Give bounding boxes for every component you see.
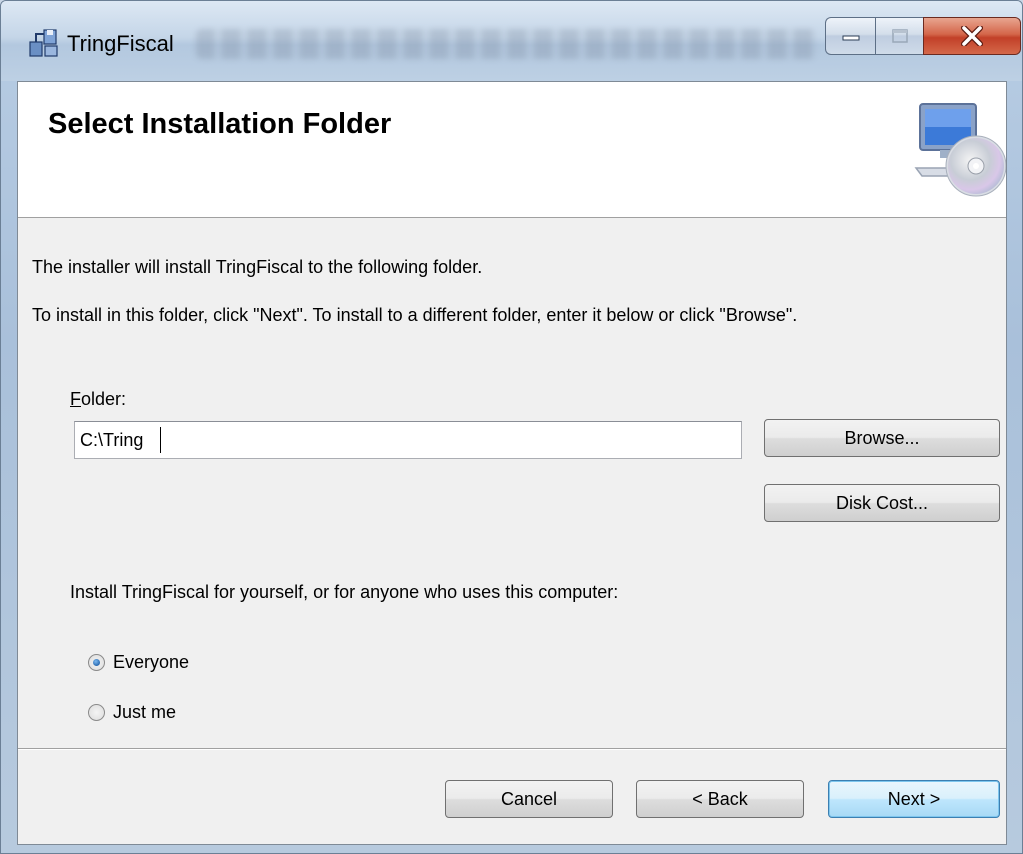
radio-everyone-label: Everyone: [113, 652, 190, 672]
minimize-icon: [842, 35, 859, 41]
close-icon: [961, 26, 983, 46]
caption-buttons: [825, 17, 1021, 55]
computer-disc-icon: [914, 103, 1006, 197]
page-title: Select Installation Folder: [48, 108, 392, 140]
header-banner: Select Installation Folder: [18, 82, 1006, 218]
folder-label-text: older:: [81, 389, 127, 409]
footer-divider: [18, 748, 1006, 750]
text-caret: [160, 427, 161, 453]
back-button[interactable]: < Back: [636, 780, 804, 818]
background-window-ghost: [196, 29, 816, 59]
next-button[interactable]: Next >: [828, 780, 1000, 818]
install-scope-prompt: Install TringFiscal for yourself, or for…: [70, 582, 619, 602]
installer-app-icon: [29, 29, 58, 57]
minimize-button[interactable]: [825, 17, 875, 55]
folder-label-hotkey: F: [70, 389, 81, 409]
installer-window: TringFiscal Select Installation Folder T…: [0, 0, 1023, 854]
instruction-text: To install in this folder, click "Next".…: [32, 305, 798, 325]
radio-selected-icon[interactable]: [88, 654, 105, 671]
maximize-icon: [891, 29, 908, 43]
title-bar[interactable]: TringFiscal: [1, 1, 1022, 81]
window-title: TringFiscal: [67, 31, 174, 56]
radio-unselected-icon[interactable]: [88, 704, 105, 721]
disk-cost-button[interactable]: Disk Cost...: [764, 484, 1000, 522]
close-button[interactable]: [923, 17, 1021, 55]
radio-just-me-label: Just me: [113, 702, 177, 722]
maximize-button[interactable]: [875, 17, 923, 55]
dialog-client-area: Select Installation Folder The installer…: [17, 81, 1007, 845]
radio-just-me[interactable]: Just me: [88, 702, 176, 723]
cancel-button[interactable]: Cancel: [445, 780, 613, 818]
folder-path-input[interactable]: [74, 421, 742, 459]
folder-label: Folder:: [70, 389, 126, 410]
browse-button[interactable]: Browse...: [764, 419, 1000, 457]
radio-everyone[interactable]: Everyone: [88, 652, 189, 673]
intro-text: The installer will install TringFiscal t…: [32, 257, 483, 277]
